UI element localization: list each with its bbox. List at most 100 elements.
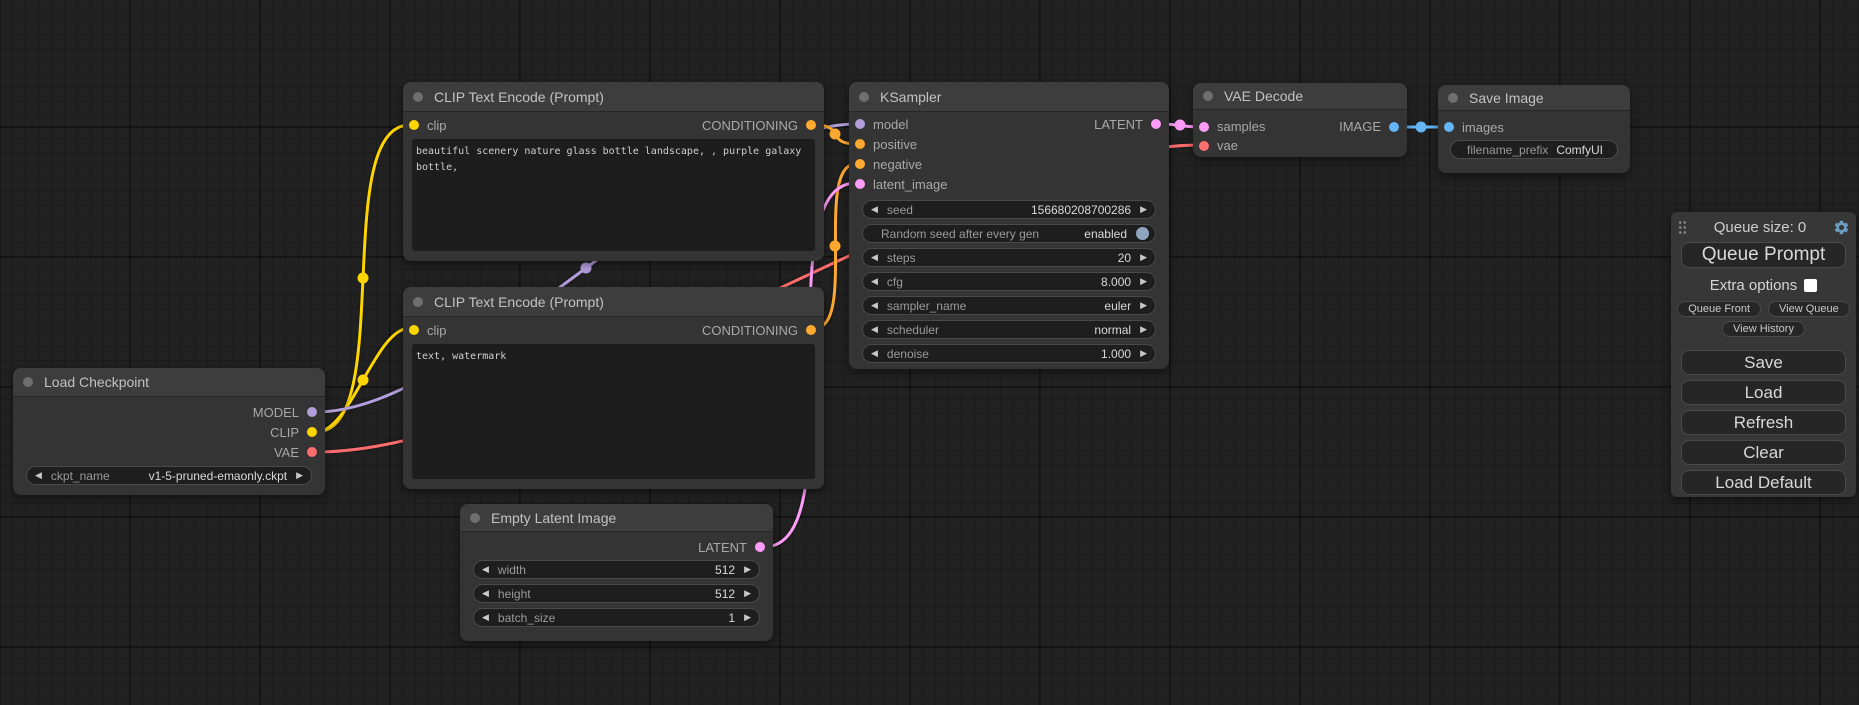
image-output-port[interactable] xyxy=(1389,122,1399,132)
denoise-widget[interactable]: ◀ denoise 1.000 ▶ xyxy=(862,344,1156,363)
node-title-bar[interactable]: VAE Decode xyxy=(1193,83,1407,110)
conditioning-input-port[interactable] xyxy=(855,139,865,149)
clear-button[interactable]: Clear xyxy=(1681,440,1846,465)
decrement-arrow-icon[interactable]: ◀ xyxy=(871,253,878,262)
sampler-name-widget[interactable]: ◀ sampler_name euler ▶ xyxy=(862,296,1156,315)
link-midpoint-dot xyxy=(830,241,841,252)
node-title: KSampler xyxy=(880,89,941,105)
save-button[interactable]: Save xyxy=(1681,350,1846,375)
link-midpoint-dot xyxy=(830,129,841,140)
queue-prompt-button[interactable]: Queue Prompt xyxy=(1681,242,1846,268)
batch-size-widget[interactable]: ◀ batch_size 1 ▶ xyxy=(473,608,760,627)
collapse-dot-icon[interactable] xyxy=(413,297,423,307)
node-title: Empty Latent Image xyxy=(491,510,616,526)
model-output-port[interactable] xyxy=(307,407,317,417)
collapse-dot-icon[interactable] xyxy=(1203,91,1213,101)
input-label: model xyxy=(873,117,908,132)
decrement-arrow-icon[interactable]: ◀ xyxy=(871,277,878,286)
decrement-arrow-icon[interactable]: ◀ xyxy=(871,349,878,358)
input-label: positive xyxy=(873,137,917,152)
load-default-button[interactable]: Load Default xyxy=(1681,470,1846,495)
increment-arrow-icon[interactable]: ▶ xyxy=(1140,325,1147,334)
view-history-button[interactable]: View History xyxy=(1722,321,1805,337)
increment-arrow-icon[interactable]: ▶ xyxy=(1140,277,1147,286)
increment-arrow-icon[interactable]: ▶ xyxy=(296,471,303,480)
cfg-widget[interactable]: ◀ cfg 8.000 ▶ xyxy=(862,272,1156,291)
increment-arrow-icon[interactable]: ▶ xyxy=(1140,205,1147,214)
ckpt-name-widget[interactable]: ◀ ckpt_name v1-5-pruned-emaonly.ckpt ▶ xyxy=(26,466,312,485)
latent-output-port[interactable] xyxy=(755,542,765,552)
increment-arrow-icon[interactable]: ▶ xyxy=(744,589,751,598)
increment-arrow-icon[interactable]: ▶ xyxy=(1140,301,1147,310)
collapse-dot-icon[interactable] xyxy=(470,513,480,523)
load-button[interactable]: Load xyxy=(1681,380,1846,405)
latent-output-port[interactable] xyxy=(1151,119,1161,129)
view-queue-button[interactable]: View Queue xyxy=(1768,301,1850,317)
increment-arrow-icon[interactable]: ▶ xyxy=(1140,253,1147,262)
width-widget[interactable]: ◀ width 512 ▶ xyxy=(473,560,760,579)
vae-input-port[interactable] xyxy=(1199,141,1209,151)
node-empty-latent-image[interactable]: Empty Latent Image LATENT ◀ width 512 ▶ … xyxy=(460,504,773,641)
decrement-arrow-icon[interactable]: ◀ xyxy=(482,565,489,574)
decrement-arrow-icon[interactable]: ◀ xyxy=(35,471,42,480)
clip-output-port[interactable] xyxy=(307,427,317,437)
node-title-bar[interactable]: Empty Latent Image xyxy=(460,504,773,532)
images-input-port[interactable] xyxy=(1444,122,1454,132)
positive-prompt-textarea[interactable]: beautiful scenery nature glass bottle la… xyxy=(412,139,815,251)
clip-input-port[interactable] xyxy=(409,120,419,130)
node-vae-decode[interactable]: VAE Decode samples IMAGE vae xyxy=(1193,83,1407,157)
node-clip-text-encode-positive[interactable]: CLIP Text Encode (Prompt) clip CONDITION… xyxy=(403,82,824,261)
decrement-arrow-icon[interactable]: ◀ xyxy=(871,325,878,334)
seed-widget[interactable]: ◀ seed 156680208700286 ▶ xyxy=(862,200,1156,219)
node-title-bar[interactable]: CLIP Text Encode (Prompt) xyxy=(403,82,824,112)
conditioning-input-port[interactable] xyxy=(855,159,865,169)
queue-menu-panel: Queue size: 0 Queue Prompt Extra options… xyxy=(1671,212,1856,497)
queue-size-label: Queue size: 0 xyxy=(1687,219,1833,236)
decrement-arrow-icon[interactable]: ◀ xyxy=(871,301,878,310)
negative-prompt-textarea[interactable]: text, watermark xyxy=(412,344,815,479)
input-label: clip xyxy=(427,118,447,133)
clip-input-port[interactable] xyxy=(409,325,419,335)
node-ksampler[interactable]: KSampler model LATENT positive negative xyxy=(849,82,1169,369)
output-label: MODEL xyxy=(253,405,299,420)
node-save-image[interactable]: Save Image images filename_prefix ComfyU… xyxy=(1438,85,1630,173)
random-seed-toggle-widget[interactable]: Random seed after every gen enabled xyxy=(862,224,1156,243)
queue-front-button[interactable]: Queue Front xyxy=(1677,301,1761,317)
steps-widget[interactable]: ◀ steps 20 ▶ xyxy=(862,248,1156,267)
settings-gear-icon[interactable] xyxy=(1833,219,1850,236)
refresh-button[interactable]: Refresh xyxy=(1681,410,1846,435)
node-graph-canvas[interactable]: Load Checkpoint MODEL CLIP VAE ◀ ckpt_na… xyxy=(0,0,1859,705)
conditioning-output-port[interactable] xyxy=(806,120,816,130)
conditioning-output-port[interactable] xyxy=(806,325,816,335)
increment-arrow-icon[interactable]: ▶ xyxy=(1140,349,1147,358)
collapse-dot-icon[interactable] xyxy=(1448,93,1458,103)
node-title-bar[interactable]: KSampler xyxy=(849,82,1169,112)
input-row-negative: negative xyxy=(849,154,1169,174)
toggle-on-icon[interactable] xyxy=(1136,227,1149,240)
node-title-bar[interactable]: Load Checkpoint xyxy=(13,368,325,397)
filename-prefix-widget[interactable]: filename_prefix ComfyUI xyxy=(1450,140,1618,159)
node-load-checkpoint[interactable]: Load Checkpoint MODEL CLIP VAE ◀ ckpt_na… xyxy=(13,368,325,495)
latent-input-port[interactable] xyxy=(855,179,865,189)
collapse-dot-icon[interactable] xyxy=(413,92,423,102)
decrement-arrow-icon[interactable]: ◀ xyxy=(482,613,489,622)
increment-arrow-icon[interactable]: ▶ xyxy=(744,613,751,622)
extra-options-checkbox[interactable] xyxy=(1804,279,1817,292)
increment-arrow-icon[interactable]: ▶ xyxy=(744,565,751,574)
height-widget[interactable]: ◀ height 512 ▶ xyxy=(473,584,760,603)
node-title-bar[interactable]: Save Image xyxy=(1438,85,1630,111)
samples-input-port[interactable] xyxy=(1199,122,1209,132)
collapse-dot-icon[interactable] xyxy=(23,377,33,387)
node-title: CLIP Text Encode (Prompt) xyxy=(434,294,604,310)
node-clip-text-encode-negative[interactable]: CLIP Text Encode (Prompt) clip CONDITION… xyxy=(403,287,824,489)
decrement-arrow-icon[interactable]: ◀ xyxy=(871,205,878,214)
drag-handle-icon[interactable] xyxy=(1678,220,1687,234)
collapse-dot-icon[interactable] xyxy=(859,92,869,102)
output-row-latent: LATENT xyxy=(460,537,773,557)
scheduler-widget[interactable]: ◀ scheduler normal ▶ xyxy=(862,320,1156,339)
input-row-positive: positive xyxy=(849,134,1169,154)
model-input-port[interactable] xyxy=(855,119,865,129)
vae-output-port[interactable] xyxy=(307,447,317,457)
decrement-arrow-icon[interactable]: ◀ xyxy=(482,589,489,598)
node-title-bar[interactable]: CLIP Text Encode (Prompt) xyxy=(403,287,824,317)
